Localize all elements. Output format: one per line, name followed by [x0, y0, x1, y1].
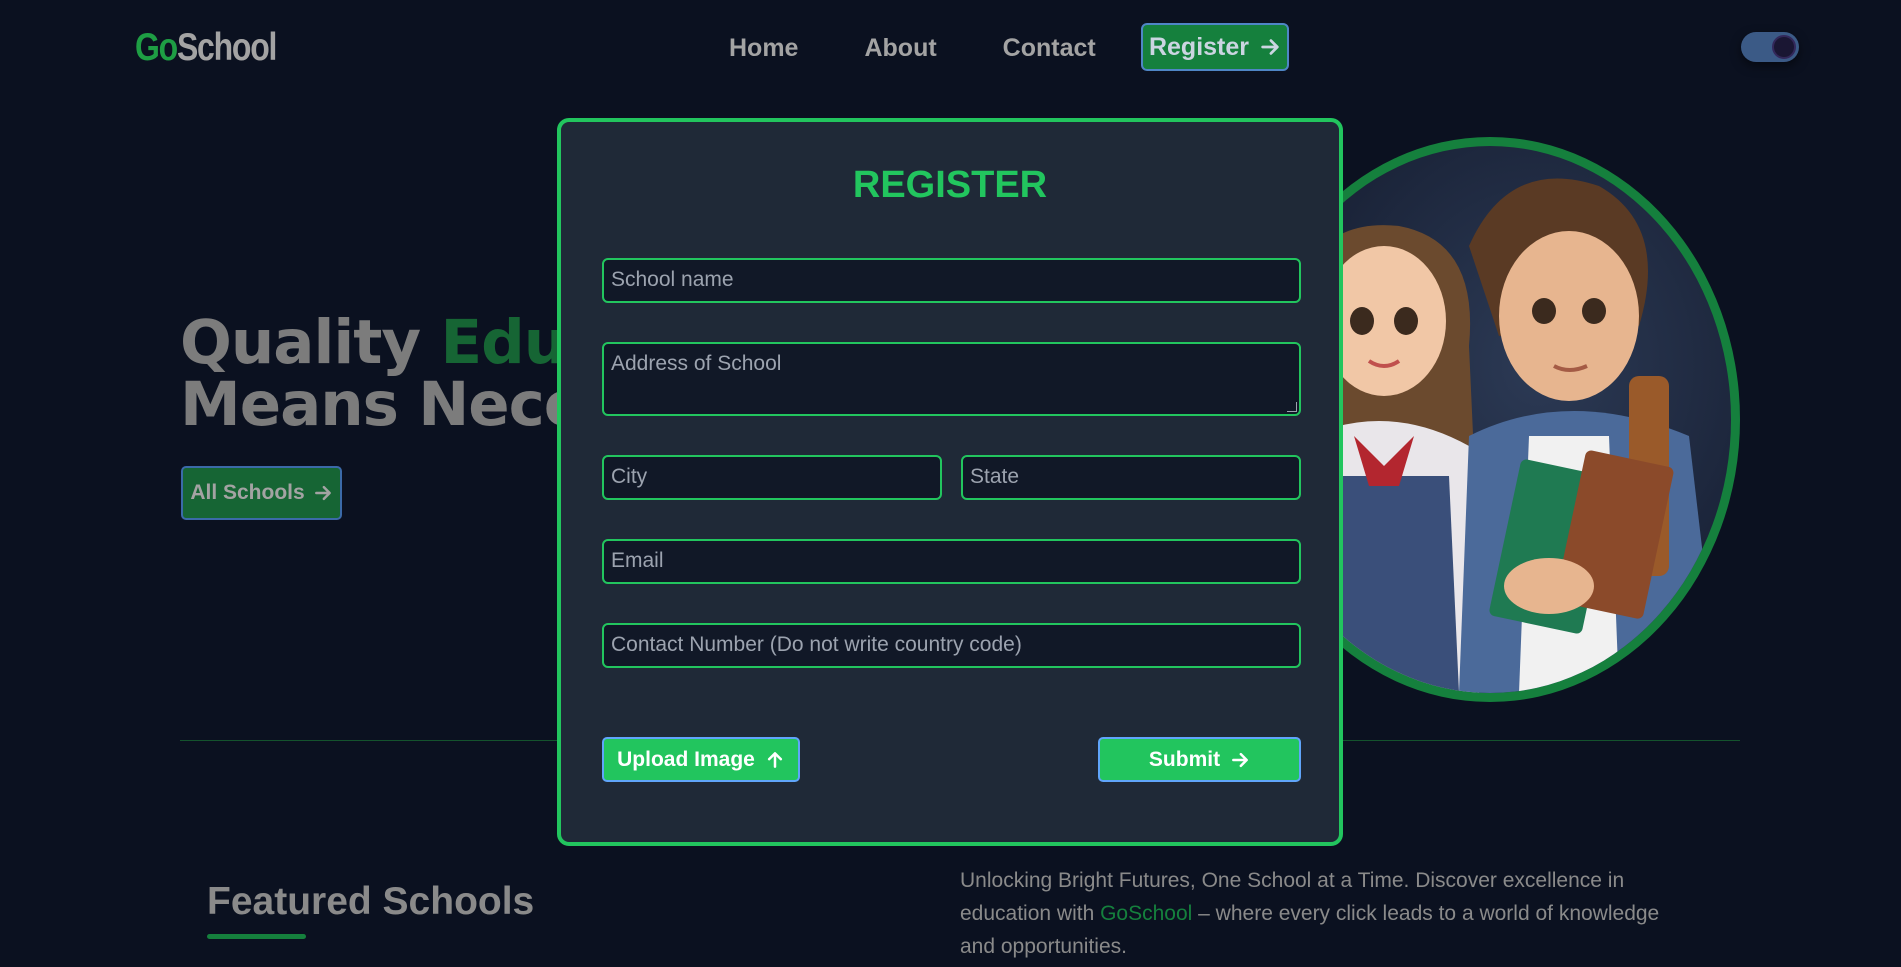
modal-title: REGISTER [852, 164, 1048, 206]
state-input[interactable]: State [961, 455, 1301, 500]
upload-image-button[interactable]: Upload Image [602, 737, 800, 782]
nav-register-button[interactable]: Register [1141, 23, 1289, 71]
featured-tagline: Unlocking Bright Futures, One School at … [960, 864, 1700, 963]
city-input[interactable]: City [602, 455, 942, 500]
hero-title: Quality Educ Means Nece [180, 312, 602, 440]
logo[interactable]: GoSchool [135, 26, 277, 70]
arrow-right-icon [314, 485, 331, 501]
upload-image-label: Upload Image [617, 747, 755, 771]
moon-icon [1772, 35, 1796, 59]
arrow-right-icon [1232, 752, 1248, 767]
school-name-placeholder: School name [611, 268, 734, 291]
email-placeholder: Email [611, 549, 664, 572]
resize-handle-icon[interactable] [1287, 402, 1297, 412]
arrow-up-icon [767, 751, 782, 768]
nav-contact-link[interactable]: Contact [1003, 30, 1096, 66]
hero-title-line2: Means Nece [180, 369, 585, 440]
register-modal: REGISTER School name Address of School C… [557, 118, 1343, 846]
school-name-input[interactable]: School name [602, 258, 1301, 303]
contact-number-input[interactable]: Contact Number (Do not write country cod… [602, 623, 1301, 668]
theme-toggle[interactable] [1741, 32, 1799, 62]
hero-title-plain: Quality [180, 307, 441, 378]
state-placeholder: State [970, 465, 1020, 488]
featured-underline [207, 934, 306, 939]
city-placeholder: City [611, 465, 648, 488]
tagline-brand: GoSchool [1100, 902, 1193, 925]
logo-suffix: School [176, 26, 277, 69]
nav-about-link[interactable]: About [864, 30, 936, 66]
email-input[interactable]: Email [602, 539, 1301, 584]
featured-heading: Featured Schools [207, 880, 535, 923]
all-schools-button[interactable]: All Schools [181, 466, 342, 520]
arrow-right-icon [1261, 39, 1279, 55]
all-schools-label: All Schools [190, 481, 305, 504]
nav-register-label: Register [1148, 32, 1250, 61]
submit-button[interactable]: Submit [1098, 737, 1301, 782]
address-textarea[interactable]: Address of School [602, 342, 1301, 416]
contact-placeholder: Contact Number (Do not write country cod… [611, 633, 1022, 656]
submit-label: Submit [1148, 747, 1221, 771]
nav-links: Home About Contact [729, 30, 1162, 66]
logo-prefix: Go [135, 26, 178, 69]
nav-home-link[interactable]: Home [729, 30, 798, 66]
address-placeholder: Address of School [611, 352, 782, 375]
navbar: GoSchool Home About Contact Register [0, 0, 1901, 98]
